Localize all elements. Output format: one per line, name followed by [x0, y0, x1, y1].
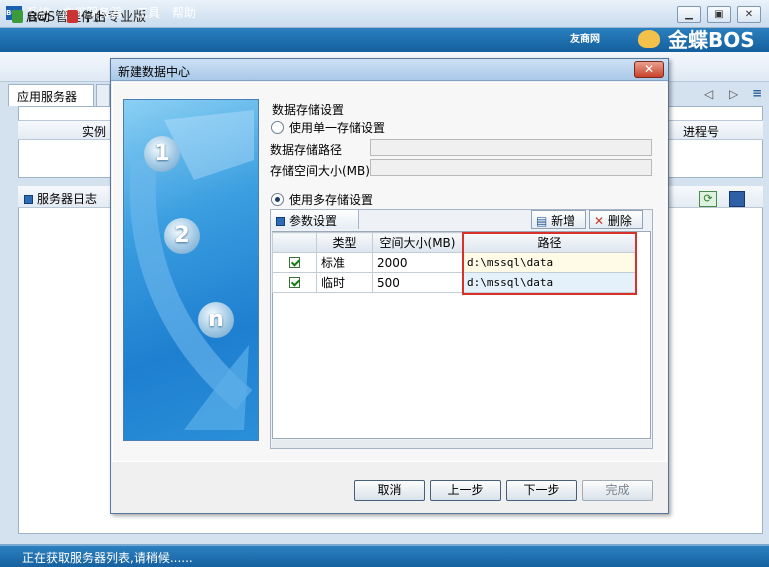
- status-text: 正在获取服务器列表,请稍候......: [22, 551, 193, 565]
- column-instance[interactable]: 实例: [82, 123, 106, 140]
- add-icon: ▤: [536, 214, 548, 228]
- column-pid[interactable]: 进程号: [683, 123, 719, 140]
- row-checkbox[interactable]: [272, 272, 317, 293]
- tab-next-icon[interactable]: ▷: [729, 87, 738, 101]
- save-icon[interactable]: [729, 191, 745, 207]
- stop-label: 停止: [81, 10, 106, 24]
- log-title: 服务器日志: [24, 190, 97, 207]
- delete-label: 删除: [607, 214, 632, 228]
- tab-app-server[interactable]: 应用服务器: [8, 84, 94, 106]
- youshang-logo: 友商网: [570, 34, 600, 45]
- finish-button[interactable]: 完成: [582, 480, 653, 501]
- cell-type[interactable]: 临时: [316, 272, 373, 293]
- refresh-icon[interactable]: ⟳: [699, 191, 717, 207]
- param-title-label: 参数设置: [289, 214, 338, 228]
- cancel-button[interactable]: 取消: [354, 480, 425, 501]
- dialog-close-icon[interactable]: ✕: [634, 61, 664, 78]
- radio-single-storage[interactable]: 使用单一存储设置: [271, 119, 385, 136]
- radio-single-label: 使用单一存储设置: [289, 121, 386, 135]
- start-icon: [12, 10, 23, 23]
- menu-tools[interactable]: 工具: [136, 4, 160, 21]
- radio-multi-storage[interactable]: 使用多存储设置: [271, 191, 373, 208]
- next-button[interactable]: 下一步: [506, 480, 577, 501]
- menu-help[interactable]: 帮助: [172, 4, 196, 21]
- radio-multi-label: 使用多存储设置: [289, 193, 374, 207]
- close-icon[interactable]: ✕: [737, 6, 761, 23]
- panel-icon: [276, 217, 285, 226]
- add-label: 新增: [551, 214, 576, 228]
- row-checkbox[interactable]: [272, 252, 317, 273]
- dialog-title: 新建数据中心: [118, 65, 191, 79]
- radio-selected-icon[interactable]: [271, 193, 284, 206]
- param-title: 参数设置: [276, 212, 337, 229]
- size-input[interactable]: [370, 159, 652, 176]
- radio-icon[interactable]: [271, 121, 284, 134]
- header-size[interactable]: 空间大小(MB): [372, 232, 463, 253]
- add-button[interactable]: ▤ 新增: [531, 210, 586, 229]
- dialog-title-bar: [111, 59, 668, 81]
- cell-size[interactable]: 2000: [372, 252, 463, 273]
- tab-second[interactable]: [96, 84, 110, 106]
- cell-type[interactable]: 标准: [316, 252, 373, 273]
- header-check: [272, 232, 317, 253]
- cell-size[interactable]: 500: [372, 272, 463, 293]
- log-title-label: 服务器日志: [37, 192, 98, 206]
- start-label: 启动: [26, 10, 51, 24]
- delete-icon: ✕: [594, 214, 605, 228]
- checkbox-checked-icon[interactable]: [289, 276, 300, 288]
- tab-list-icon[interactable]: ≡: [752, 86, 762, 100]
- header-type[interactable]: 类型: [316, 232, 373, 253]
- step-1-icon: 1: [144, 136, 180, 172]
- tab-prev-icon[interactable]: ◁: [704, 87, 713, 101]
- start-button[interactable]: 启动: [12, 8, 50, 25]
- stop-icon: [67, 10, 78, 23]
- step-n-icon: n: [198, 302, 234, 338]
- step-2-icon: 2: [164, 218, 200, 254]
- delete-button[interactable]: ✕ 删除: [589, 210, 643, 229]
- wizard-illustration: 1 2 n: [123, 99, 259, 441]
- stop-button[interactable]: 停止: [67, 8, 105, 25]
- size-label: 存储空间大小(MB): [270, 164, 370, 178]
- panel-icon: [24, 195, 33, 204]
- prev-button[interactable]: 上一步: [430, 480, 501, 501]
- highlight-box: [462, 232, 637, 295]
- checkbox-checked-icon[interactable]: [289, 256, 300, 268]
- minimize-icon[interactable]: ▁: [677, 6, 701, 23]
- grid-scrollbar[interactable]: [272, 440, 651, 448]
- section-title: 数据存储设置: [272, 103, 345, 117]
- path-input[interactable]: [370, 139, 652, 156]
- mascot-icon: [638, 30, 660, 48]
- kingdee-logo: 金蝶BOS: [668, 28, 755, 52]
- restore-icon[interactable]: ▣: [707, 6, 731, 23]
- path-label: 数据存储路径: [270, 143, 343, 157]
